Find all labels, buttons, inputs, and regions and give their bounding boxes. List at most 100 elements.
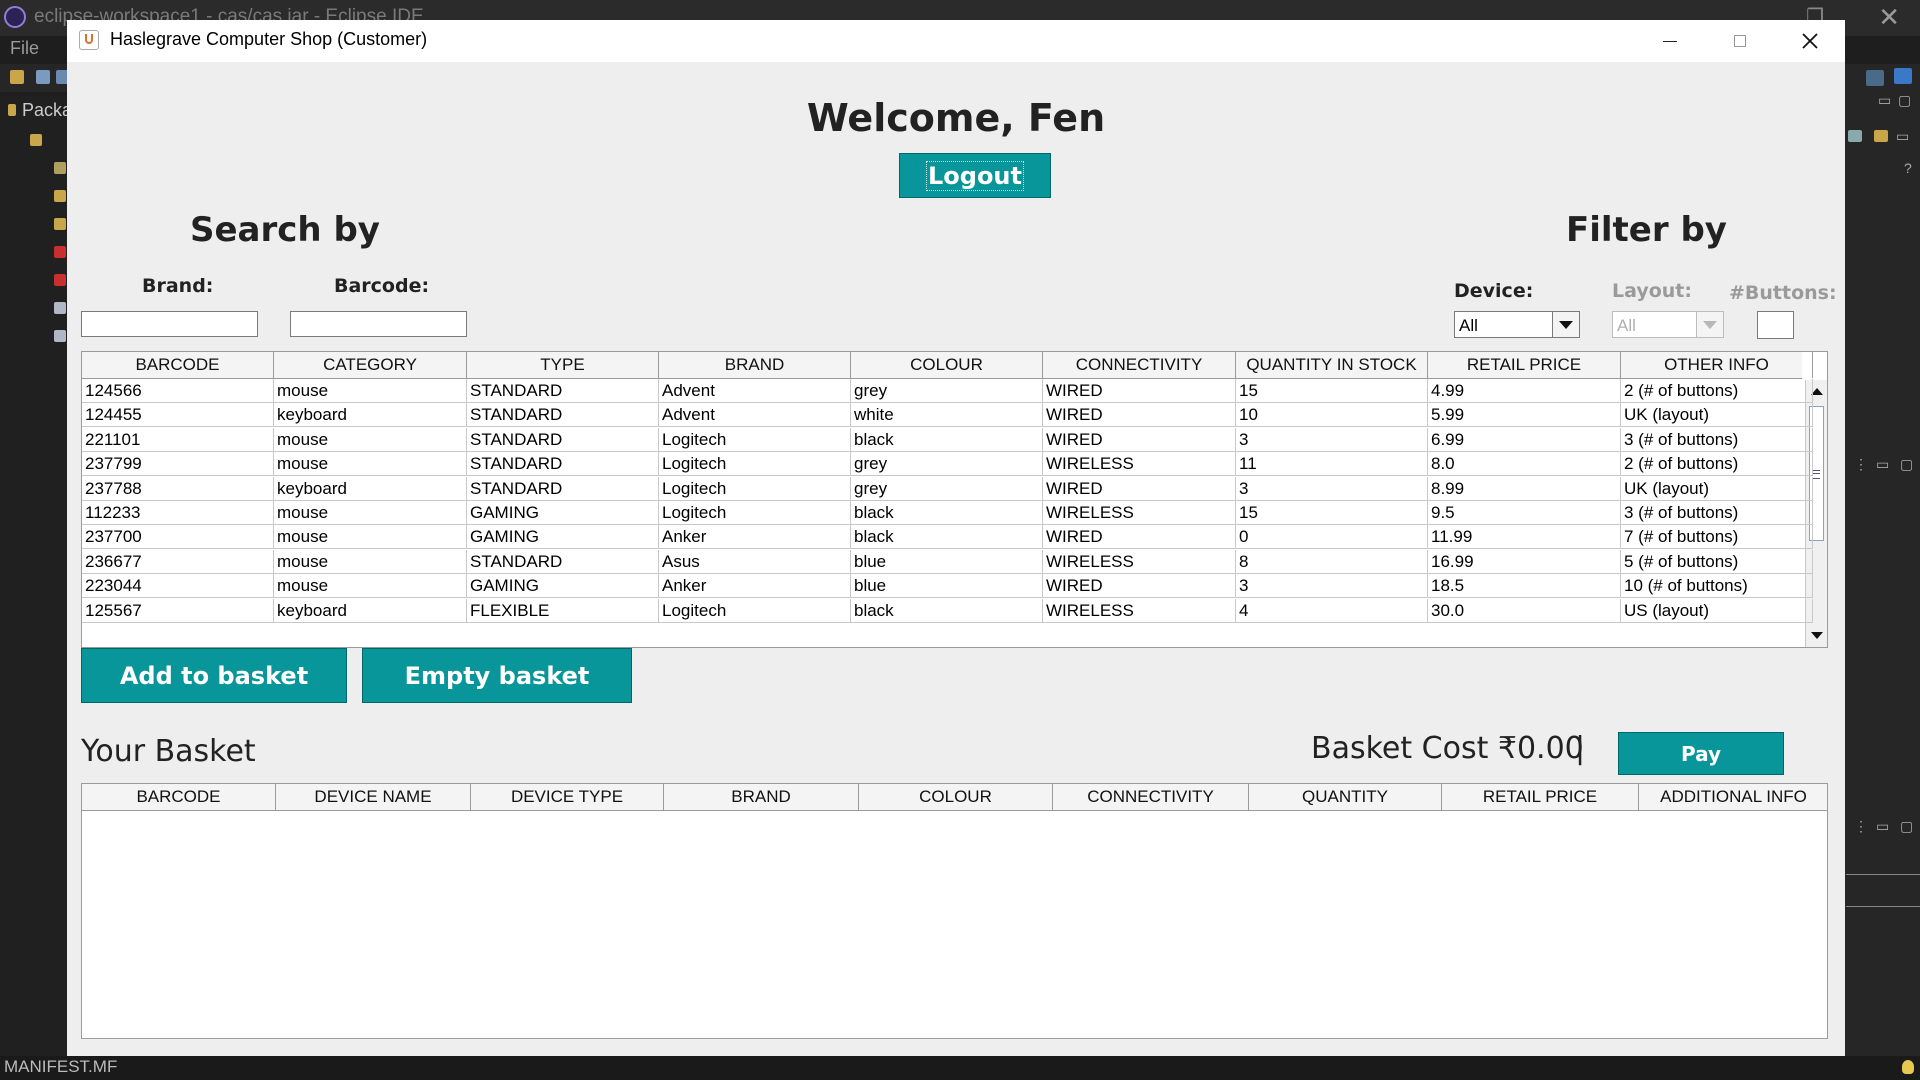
- pay-button[interactable]: Pay: [1618, 732, 1784, 775]
- view-icon[interactable]: [1874, 130, 1888, 142]
- dropdown-icon[interactable]: [36, 70, 50, 84]
- perspective-icon[interactable]: [1866, 70, 1884, 86]
- barcode-search-input[interactable]: [290, 311, 467, 337]
- minimize-icon[interactable]: ▭: [1896, 128, 1909, 145]
- device-filter-select[interactable]: All: [1454, 311, 1580, 338]
- table-cell: 3: [1236, 574, 1428, 598]
- table-cell: 237799: [82, 452, 274, 476]
- column-header[interactable]: RETAIL PRICE: [1428, 352, 1621, 378]
- folder-icon: [54, 190, 66, 202]
- table-cell: 2 (# of buttons): [1621, 379, 1813, 402]
- table-cell: STANDARD: [467, 379, 659, 402]
- table-cell: 10: [1236, 403, 1428, 427]
- column-header[interactable]: CONNECTIVITY: [1043, 352, 1236, 378]
- table-cell: 11: [1236, 452, 1428, 476]
- buttons-filter-input[interactable]: [1757, 311, 1794, 339]
- table-cell: mouse: [274, 501, 467, 524]
- view-icon[interactable]: [1848, 130, 1862, 142]
- table-row[interactable]: 236677 mouse STANDARD Asus blue WIRELESS 8 16.9…: [82, 549, 1813, 574]
- column-header[interactable]: BARCODE: [82, 352, 274, 378]
- table-cell: WIRED: [1043, 427, 1236, 451]
- minimize-icon[interactable]: ▭: [1876, 456, 1889, 473]
- table-cell: 237700: [82, 525, 274, 549]
- column-header[interactable]: DEVICE NAME: [276, 784, 471, 810]
- table-row[interactable]: 124566 mouse STANDARD Advent grey WIRED 15 4.99…: [82, 379, 1813, 403]
- chevron-down-icon[interactable]: [1552, 312, 1579, 337]
- table-row[interactable]: 237788 keyboard STANDARD Logitech grey WIRED 3…: [82, 476, 1813, 501]
- table-row[interactable]: 125567 keyboard FLEXIBLE Logitech black WIREL…: [82, 598, 1813, 623]
- table-cell: GAMING: [467, 525, 659, 549]
- stock-table-header: BARCODE CATEGORY TYPE BRAND COLOUR CONNECTIVI…: [82, 352, 1813, 379]
- column-header[interactable]: QUANTITY: [1249, 784, 1442, 810]
- maximize-icon[interactable]: ▢: [1898, 92, 1911, 109]
- table-cell: Logitech: [659, 427, 851, 451]
- column-header[interactable]: BARCODE: [82, 784, 276, 810]
- column-header[interactable]: QUANTITY IN STOCK: [1236, 352, 1428, 378]
- table-cell: WIRELESS: [1043, 598, 1236, 622]
- add-to-basket-button[interactable]: Add to basket: [81, 648, 347, 703]
- table-cell: 3: [1236, 476, 1428, 500]
- lightbulb-icon[interactable]: [1902, 1060, 1914, 1074]
- view-menu-icon[interactable]: ⋮: [1854, 818, 1868, 835]
- table-cell: 16.99: [1428, 549, 1621, 573]
- table-cell: black: [851, 598, 1043, 622]
- table-cell: GAMING: [467, 501, 659, 524]
- ide-menu-file[interactable]: File: [10, 38, 39, 59]
- java-perspective-icon[interactable]: [1894, 68, 1912, 84]
- table-row[interactable]: 112233 mouse GAMING Logitech black WIRELESS 15…: [82, 501, 1813, 525]
- column-header[interactable]: COLOUR: [851, 352, 1043, 378]
- logout-button[interactable]: Logout: [899, 153, 1051, 198]
- help-icon[interactable]: ?: [1904, 160, 1912, 176]
- brand-search-input[interactable]: [81, 311, 258, 337]
- column-header[interactable]: CONNECTIVITY: [1053, 784, 1249, 810]
- minimize-icon[interactable]: ▭: [1876, 818, 1889, 835]
- maximize-button[interactable]: [1711, 20, 1769, 62]
- table-cell: 7 (# of buttons): [1621, 525, 1813, 549]
- eclipse-logo-icon: [4, 6, 26, 28]
- column-header[interactable]: OTHER INFO: [1621, 352, 1813, 378]
- table-cell: Advent: [659, 403, 851, 427]
- column-header[interactable]: BRAND: [659, 352, 851, 378]
- folder-icon: [54, 218, 66, 230]
- column-header[interactable]: CATEGORY: [274, 352, 467, 378]
- column-header[interactable]: COLOUR: [859, 784, 1053, 810]
- scroll-down-icon[interactable]: [1811, 632, 1823, 639]
- empty-basket-button[interactable]: Empty basket: [362, 648, 632, 703]
- jar-icon: [54, 274, 66, 286]
- table-cell: blue: [851, 549, 1043, 573]
- view-menu-icon[interactable]: ⋮: [1854, 456, 1868, 473]
- table-row[interactable]: 237799 mouse STANDARD Logitech grey WIRELESS 1…: [82, 452, 1813, 477]
- table-row[interactable]: 237700 mouse GAMING Anker black WIRED 0 11.99 7 …: [82, 525, 1813, 550]
- maximize-icon[interactable]: ▢: [1900, 818, 1913, 835]
- column-header[interactable]: ADDITIONAL INFO: [1639, 784, 1827, 810]
- table-cell: 124455: [82, 403, 274, 427]
- column-header[interactable]: BRAND: [664, 784, 859, 810]
- table-cell: GAMING: [467, 574, 659, 598]
- basket-table[interactable]: BARCODE DEVICE NAME DEVICE TYPE BRAND COLOUR…: [81, 783, 1828, 1039]
- table-cell: mouse: [274, 525, 467, 549]
- table-row[interactable]: 221101 mouse STANDARD Logitech black WIRED 3 6.…: [82, 427, 1813, 452]
- table-row[interactable]: 223044 mouse GAMING Anker blue WIRED 3 18.5 10 (…: [82, 574, 1813, 599]
- column-header[interactable]: RETAIL PRICE: [1442, 784, 1639, 810]
- table-cell: black: [851, 525, 1043, 549]
- ide-close-icon[interactable]: ✕: [1878, 2, 1900, 33]
- table-cell: grey: [851, 476, 1043, 500]
- table-cell: 124566: [82, 379, 274, 402]
- table-cell: FLEXIBLE: [467, 598, 659, 622]
- column-header[interactable]: DEVICE TYPE: [471, 784, 664, 810]
- minimize-icon[interactable]: ▭: [1878, 92, 1891, 109]
- ide-statusbar: [0, 1056, 1920, 1080]
- table-cell: WIRED: [1043, 379, 1236, 402]
- table-row[interactable]: 124455 keyboard STANDARD Advent white WIRED 10…: [82, 403, 1813, 428]
- new-file-icon[interactable]: [10, 70, 24, 84]
- stock-table[interactable]: BARCODE CATEGORY TYPE BRAND COLOUR CONNECTIVI…: [81, 351, 1828, 648]
- package-explorer-label[interactable]: Packa: [22, 100, 72, 121]
- table-cell: 237788: [82, 476, 274, 500]
- layout-filter-value: All: [1617, 316, 1636, 335]
- file-icon: [54, 330, 66, 342]
- column-header[interactable]: TYPE: [467, 352, 659, 378]
- close-button[interactable]: [1781, 20, 1839, 62]
- table-cell: grey: [851, 379, 1043, 402]
- minimize-button[interactable]: [1641, 20, 1699, 62]
- maximize-icon[interactable]: ▢: [1900, 456, 1913, 473]
